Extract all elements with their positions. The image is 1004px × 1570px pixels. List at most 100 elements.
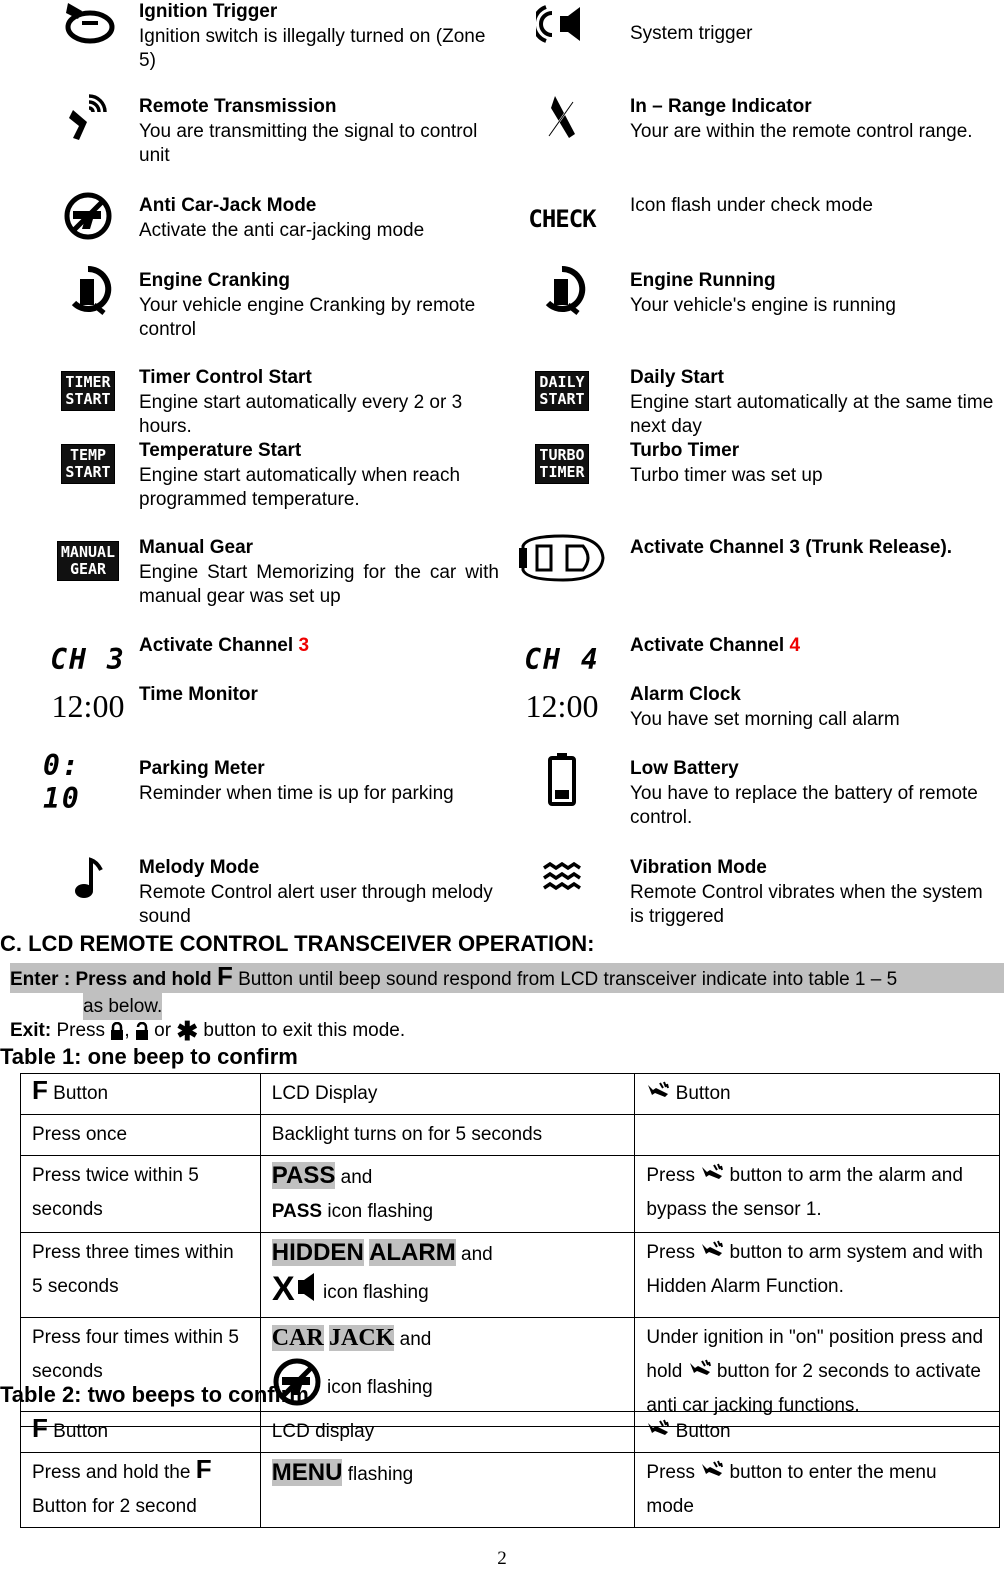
- cell-text: icon flashing: [321, 1377, 433, 1399]
- asterisk-icon: ✱: [176, 1016, 199, 1046]
- legend-text: System trigger: [630, 22, 1000, 47]
- exit-instruction: Exit: Press , or ✱ button to exit this m…: [10, 1018, 405, 1044]
- car-arm-icon: [646, 1077, 670, 1111]
- svg-text:X: X: [272, 1272, 295, 1302]
- legend-icon-wrap: [517, 265, 607, 319]
- cell-text: Button: [670, 1083, 731, 1105]
- table-cell: Press once: [20, 1114, 261, 1157]
- legend-text: Ignition Trigger Ignition switch is illeg…: [139, 0, 499, 74]
- legend-title-text: Activate Channel: [630, 635, 790, 656]
- legend-text: Low Battery You have to replace the batte…: [630, 757, 1000, 831]
- table-cell: Press and hold the F Button for 2 second: [20, 1452, 261, 1529]
- cell-text: Press: [646, 1242, 701, 1264]
- legend-text: Activate Channel 4: [630, 634, 1000, 659]
- alarm-clock-display-icon: 12:00: [525, 687, 599, 724]
- table-row: F Button LCD Display Button: [20, 1072, 1000, 1116]
- ch3-icon: CH 3: [50, 642, 126, 676]
- table-cell: Press button to arm the alarm and bypass…: [634, 1155, 1000, 1234]
- cell-text: PASS: [271, 1162, 336, 1190]
- legend-icon-wrap: 12:00: [43, 681, 133, 731]
- legend-desc: Ignition switch is illegally turned on (…: [139, 25, 486, 72]
- exit-label: Exit:: [10, 1020, 52, 1042]
- car-arm-icon: [646, 1415, 670, 1449]
- legend-desc: Turbo timer was set up: [630, 464, 823, 486]
- car-trunk-icon: [517, 532, 607, 590]
- engine-cranking-icon: [64, 265, 112, 323]
- table-cell: MENU flashing: [259, 1452, 636, 1529]
- legend-text: Turbo Timer Turbo timer was set up: [630, 439, 1000, 488]
- section-heading: C. LCD REMOTE CONTROL TRANSCEIVER OPERAT…: [0, 931, 595, 956]
- legend-desc: You are transmitting the signal to contr…: [139, 120, 478, 167]
- cell-text: and: [394, 1329, 432, 1351]
- legend-title: Vibration Mode: [630, 856, 1000, 881]
- legend-title-text: Daily Start: [630, 367, 724, 388]
- legend-title-text: Manual Gear: [139, 537, 254, 558]
- temp-start-icon: TEMP START: [61, 444, 115, 484]
- legend-text: Melody Mode Remote Control alert user thr…: [139, 856, 499, 930]
- legend-desc: Remote Control alert user through melody…: [139, 881, 493, 928]
- cell-text: Press twice within 5 seconds: [32, 1165, 199, 1221]
- table-cell: [634, 1114, 1000, 1157]
- cell-text: HIDDEN: [271, 1239, 364, 1267]
- check-icon: CHECK: [528, 205, 596, 233]
- cell-text: Press: [646, 1165, 701, 1187]
- cell-text: Backlight turns on for 5 seconds: [271, 1124, 543, 1146]
- legend-icon-wrap: [43, 94, 133, 145]
- legend-desc: Your vehicle's engine is running: [630, 294, 896, 316]
- page-number: 2: [497, 1548, 507, 1569]
- cell-text: Button for 2 second: [32, 1496, 197, 1518]
- legend-title-text: Ignition Trigger: [139, 1, 278, 22]
- legend-icon-wrap: MANUAL GEAR: [43, 536, 133, 586]
- table-cell: LCD Display: [259, 1072, 636, 1116]
- legend-title: Temperature Start: [139, 439, 499, 464]
- car-arm-icon: [700, 1236, 724, 1270]
- exit-sep: ,: [124, 1020, 135, 1042]
- anti-car-jack-icon: [63, 191, 113, 247]
- legend-title: Activate Channel 4: [630, 634, 1000, 659]
- legend-title-text: Activate Channel 3 (Trunk Release).: [630, 537, 953, 558]
- legend-title: Activate Channel 3 (Trunk Release).: [630, 536, 1000, 561]
- table-1: F Button LCD Display Button Press once Back…: [20, 1072, 1000, 1428]
- cell-text: Button: [670, 1421, 731, 1443]
- legend-icon-wrap: [43, 856, 133, 906]
- legend-title: Anti Car-Jack Mode: [139, 194, 499, 219]
- legend-text: Anti Car-Jack Mode Activate the anti car-…: [139, 194, 499, 243]
- cell-text: Button: [47, 1421, 109, 1442]
- legend-title-text: In – Range Indicator: [630, 96, 812, 117]
- legend-desc: Your vehicle engine Cranking by remote c…: [139, 294, 476, 341]
- lock-icon: [111, 1022, 124, 1040]
- table2-caption: Table 2: two beeps to confirm: [0, 1382, 309, 1407]
- legend-text: Remote Transmission You are transmitting …: [139, 95, 499, 169]
- legend-icon-wrap: 12:00: [517, 681, 607, 731]
- legend-title-text: Time Monitor: [139, 684, 258, 705]
- cell-text: Press once: [32, 1124, 128, 1146]
- legend-icon-wrap: [43, 191, 133, 247]
- low-battery-icon: [547, 752, 577, 812]
- ignition-icon: [60, 0, 116, 51]
- in-range-antenna-icon: [547, 94, 577, 146]
- table-cell: Backlight turns on for 5 seconds: [259, 1114, 636, 1157]
- cell-text: icon flashing: [322, 1201, 434, 1223]
- legend-title: Ignition Trigger: [139, 0, 499, 25]
- table-cell: Press twice within 5 seconds: [20, 1155, 261, 1234]
- table-cell: F Button: [20, 1410, 261, 1454]
- legend-icon-wrap: [517, 95, 607, 145]
- exit-or: or: [148, 1020, 177, 1042]
- legend-title: Parking Meter: [139, 757, 499, 782]
- legend-icon-wrap: TEMP START: [43, 439, 133, 489]
- cell-text: Press: [646, 1462, 701, 1484]
- legend-text: Engine Cranking Your vehicle engine Crank…: [139, 269, 499, 343]
- legend-icon-wrap: DAILY START: [517, 366, 607, 416]
- table-cell: Button: [634, 1410, 1000, 1454]
- table-cell: Press button to arm system and with Hidd…: [634, 1232, 1000, 1319]
- legend-title: Alarm Clock: [630, 683, 1000, 708]
- vibration-icon: [542, 861, 582, 900]
- exit-text: Press: [51, 1020, 111, 1042]
- legend-title: Timer Control Start: [139, 366, 499, 391]
- cell-text: icon flashing: [317, 1282, 429, 1304]
- engine-running-icon: [538, 265, 586, 323]
- cell-text: F: [195, 1454, 212, 1485]
- legend-desc: Remote Control vibrates when the system …: [630, 881, 983, 928]
- legend-text: Icon flash under check mode: [630, 194, 1000, 219]
- cell-text: F: [32, 1075, 48, 1105]
